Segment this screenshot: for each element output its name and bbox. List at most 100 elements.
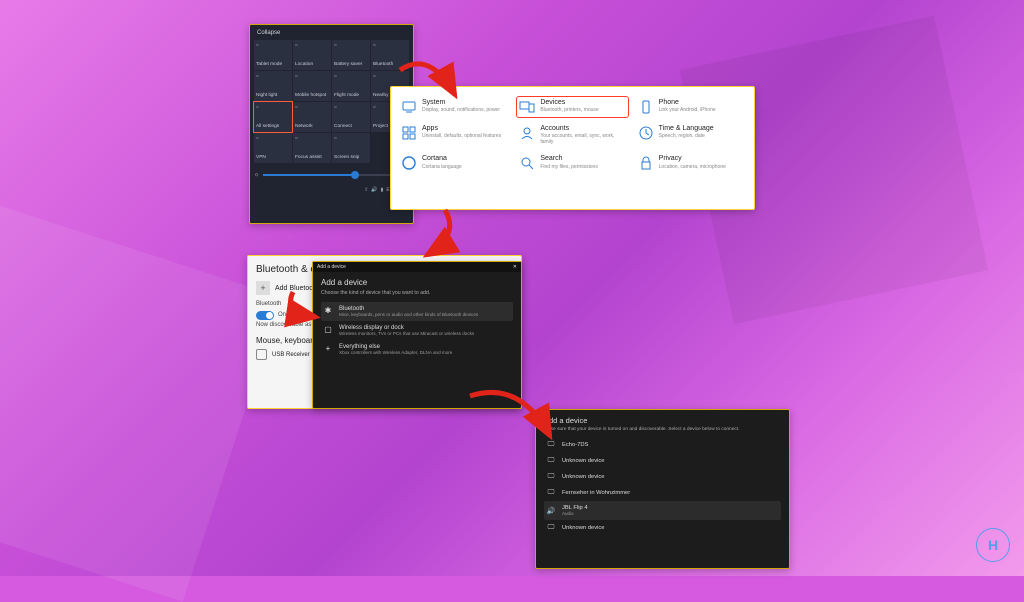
tray-battery-icon[interactable]: ▮ [381,187,384,193]
modal-title-bar: Add a device [317,264,346,270]
option-icon: + [323,344,333,353]
device-type-icon: 🔊 [546,507,556,515]
settings-desc: Your accounts, email, sync, work, family [540,133,625,145]
tile-label: Location [295,63,329,68]
discovered-device[interactable]: 🖵Fernseher in Wohnzimmer [544,485,781,501]
account-icon [519,125,535,141]
tile-label: Screen snip [334,156,368,161]
tile-label: VPN [256,156,290,161]
device-name: Unknown device [562,525,605,531]
settings-title: Apps [422,125,501,133]
plus-icon: + [256,281,270,295]
settings-search[interactable]: SearchFind my files, permissions [517,153,627,173]
quick-action-mobile-hotspot[interactable]: ▫Mobile hotspot [293,71,331,101]
time-icon [638,125,654,141]
option-desc: Wireless monitors, TVs or PCs that use M… [339,331,474,336]
settings-accounts[interactable]: AccountsYour accounts, email, sync, work… [517,123,627,147]
quick-action-vpn[interactable]: ▫ VPN [254,133,292,163]
tile-label: Tablet mode [256,63,290,68]
quick-action-focus-assist[interactable]: ▫ Focus assist [293,133,331,163]
settings-cortana[interactable]: CortanaCortana language [399,153,509,173]
devlist-heading: Add a device [544,416,781,425]
device-type-icon: 🖵 [546,524,556,532]
bluetooth-state: On [278,312,286,318]
modal-subtitle: Choose the kind of device that you want … [321,290,513,296]
device-list-modal: Add a device Make sure that your device … [535,409,790,569]
tile-icon: ▫ [334,104,368,111]
option-desc: Xbox controllers with Wireless Adapter, … [339,350,452,355]
tile-label: Focus assist [295,156,329,161]
mouse-icon [256,349,267,360]
device-sub: Audio [562,511,588,516]
tile-icon: ▫ [295,42,329,49]
device-name: Echo-7DS [562,442,588,448]
option-desc: Mice, keyboards, pens or audio and other… [339,312,478,317]
quick-action-battery-saver[interactable]: ▫ Battery saver [332,40,370,70]
discovered-device[interactable]: 🔊JBL Flip 4Audio [544,501,781,520]
add-option-wireless-display-or-dock[interactable]: ▢Wireless display or dockWireless monito… [321,321,513,340]
tile-icon: ▫ [295,104,329,111]
discovered-device[interactable]: 🖵 Unknown device [544,520,781,536]
tile-icon: ▫ [373,42,407,49]
quick-action-connect[interactable]: ▫ Connect [332,102,370,132]
tray-wifi-icon[interactable]: ⇧ [364,187,368,193]
tile-label: Connect [334,125,368,130]
discovered-device[interactable]: 🖵Echo-7DS [544,437,781,453]
settings-desc: Link your Android, iPhone [659,107,716,113]
add-device-modal: Add a device ✕ Add a device Choose the k… [312,261,522,409]
apps-icon [401,125,417,141]
quick-action-network[interactable]: ▫Network [293,102,331,132]
discovered-device[interactable]: 🖵 Unknown device [544,453,781,469]
tile-icon: ▫ [256,104,290,111]
device-type-icon: 🖵 [546,473,556,481]
settings-title: Phone [659,99,716,107]
add-option-bluetooth[interactable]: ✱BluetoothMice, keyboards, pens or audio… [321,302,513,321]
add-option-everything-else[interactable]: +Everything elseXbox controllers with Wi… [321,340,513,359]
quick-action-tablet-mode[interactable]: ▫Tablet mode [254,40,292,70]
tile-icon: ▫ [256,73,290,80]
modal-heading: Add a device [321,278,513,287]
quick-action-screen-snip[interactable]: ▫ Screen snip [332,133,370,163]
settings-desc: Uninstall, defaults, optional features [422,133,501,139]
settings-title: Time & Language [659,125,714,133]
settings-title: Search [540,155,598,163]
settings-title: Accounts [540,125,625,133]
quick-action-all-settings[interactable]: ▫ All settings [254,102,292,132]
settings-apps[interactable]: AppsUninstall, defaults, optional featur… [399,123,509,147]
tile-icon: ▫ [295,73,329,80]
quick-action-night-light[interactable]: ▫Night light [254,71,292,101]
watermark-logo: H [976,528,1010,562]
device-name: Unknown device [562,474,605,480]
tile-label: All settings [256,125,290,130]
device-name: Unknown device [562,458,605,464]
quick-action-location[interactable]: ▫ Location [293,40,331,70]
collapse-link[interactable]: Collapse [254,29,409,37]
settings-time-language[interactable]: Time & LanguageSpeech, region, date [636,123,746,147]
tile-icon: ▫ [334,135,368,142]
brightness-slider[interactable]: ☼ [254,169,409,181]
tile-icon: ▫ [295,135,329,142]
close-icon[interactable]: ✕ [513,264,517,270]
search-icon [519,155,535,171]
discovered-device[interactable]: 🖵 Unknown device [544,469,781,485]
settings-desc: Bluetooth, printers, mouse [540,107,598,113]
tile-icon: ▫ [256,135,290,142]
tile-icon: ▫ [334,42,368,49]
sun-icon: ☼ [254,172,259,178]
bluetooth-toggle[interactable] [256,311,274,320]
settings-phone[interactable]: PhoneLink your Android, iPhone [636,97,746,117]
settings-title: Devices [540,99,598,107]
devlist-subtitle: Make sure that your device is turned on … [544,427,781,432]
phone-icon [638,99,654,115]
tile-label: Battery saver [334,63,368,68]
settings-devices[interactable]: DevicesBluetooth, printers, mouse [517,97,627,117]
settings-desc: Location, camera, microphone [659,164,726,170]
settings-privacy[interactable]: PrivacyLocation, camera, microphone [636,153,746,173]
quick-action-flight-mode[interactable]: ▫Flight mode [332,71,370,101]
settings-title: Privacy [659,155,726,163]
privacy-icon [638,155,654,171]
device-type-icon: 🖵 [546,457,556,465]
tile-icon: ▫ [334,73,368,80]
device-type-icon: 🖵 [546,489,556,497]
tray-volume-icon[interactable]: 🔊 [371,187,377,193]
